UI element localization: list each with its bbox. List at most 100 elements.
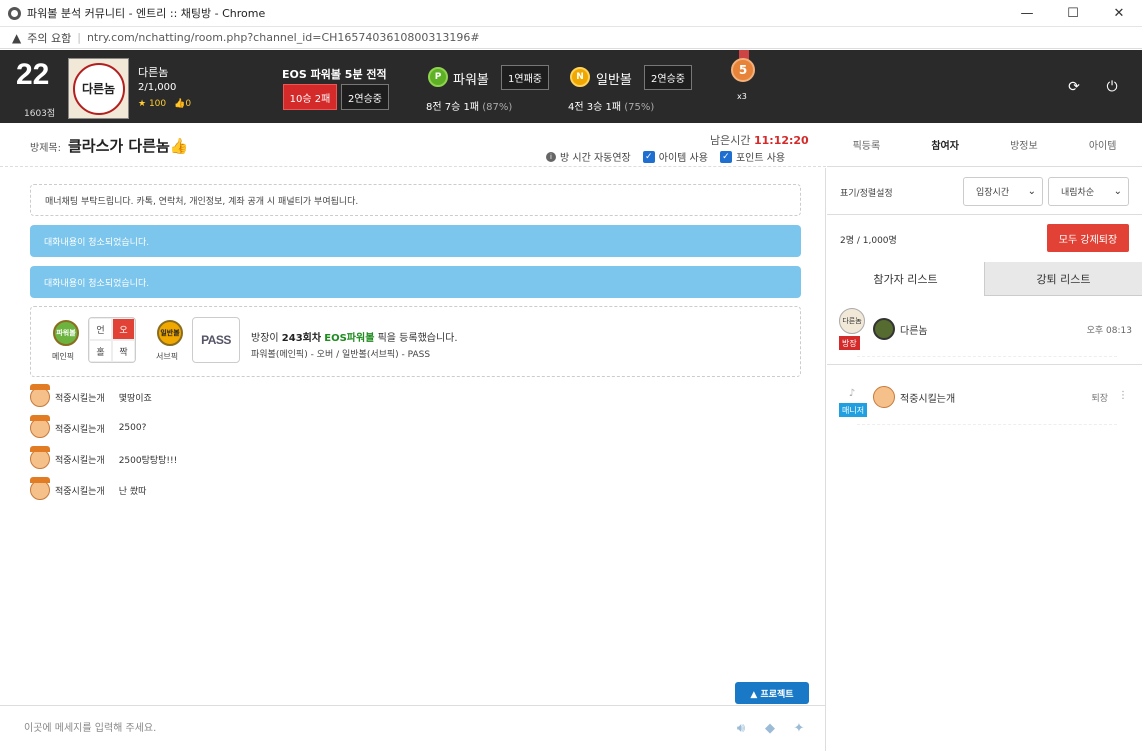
pick-game: EOS파워볼: [324, 333, 375, 344]
participant-row[interactable]: ♪ 매니저 적중시킬는개 퇴장 ⋮: [827, 374, 1142, 432]
chat-nickname[interactable]: 적중시킬는개: [55, 484, 105, 497]
sort-by-select[interactable]: 입장시간 ⌄: [963, 177, 1043, 206]
participant-join-time: 오후 08:13: [1086, 326, 1132, 336]
refresh-icon[interactable]: ⟳: [1066, 79, 1082, 95]
kick-all-button[interactable]: 모두 강제퇴장: [1047, 224, 1129, 252]
sort-order-value: 내림차순: [1061, 188, 1095, 198]
url-text[interactable]: ntry.com/nchatting/room.php?channel_id=C…: [87, 31, 480, 44]
normalball-pct: (75%): [624, 102, 655, 113]
system-message: 대화내용이 청소되었습니다.: [30, 225, 801, 257]
right-panel-tabs: 픽등록 참여자 방정보 아이템: [827, 123, 1142, 167]
eos-record-title: EOS 파워볼 5분 전적: [282, 68, 387, 81]
room-options: i 방 시간 자동연장 ✓ 아이템 사용 ✓ 포인트 사용: [546, 149, 785, 164]
chevron-down-icon: ⌄: [1113, 186, 1122, 197]
tab-pick-register[interactable]: 픽등록: [827, 123, 906, 166]
close-button[interactable]: ✕: [1096, 0, 1142, 27]
pick-over: 오: [112, 318, 135, 340]
profile-header: 22 1603점 다른놈 다른놈 2/1,000 ★ 100 👍0 EOS 파워…: [0, 50, 1142, 123]
power-icon[interactable]: ⏻: [1104, 79, 1120, 95]
magic-wand-icon[interactable]: ✦: [790, 719, 808, 737]
star-stat: ★ 100: [138, 99, 166, 109]
participant-nickname: 다른놈: [900, 326, 928, 337]
chat-message: 적중시킬는개 난 쐈따: [30, 477, 147, 500]
security-warning-label: 주의 요함: [27, 31, 72, 45]
manager-role-badge: 매니저: [839, 403, 868, 417]
thumbs-up-icon: 👍: [174, 99, 186, 109]
more-options-icon[interactable]: ⋮: [1118, 390, 1128, 401]
participant-nickname: 적중시킬는개: [900, 394, 956, 405]
chat-text: 난 쐈따: [118, 486, 147, 497]
message-input-bar: 🔊︎ ◆ ✦: [0, 705, 826, 751]
pick-under: 언: [89, 318, 112, 340]
row-separator: [857, 356, 1117, 357]
soldier-level-icon: [873, 318, 895, 340]
participant-list-tabs: 참가자 리스트 강퇴 리스트: [827, 262, 1142, 296]
chat-message: 적중시킬는개 몇땅이죠: [30, 384, 152, 407]
auto-extend-label[interactable]: 방 시간 자동연장: [560, 149, 631, 164]
sort-settings-label: 표기/정렬설정: [840, 189, 893, 199]
item-use-label[interactable]: 아이템 사용: [659, 149, 708, 164]
chat-area[interactable]: 매너채팅 부탁드립니다. 카톡, 연락처, 개인정보, 계좌 공개 시 패널티가…: [0, 168, 826, 705]
normalball-sub-pick-badge: 일반볼: [157, 320, 183, 346]
participant-avatar: 다른놈: [839, 308, 865, 334]
normalball-stat-text: 4전 3승 1패: [568, 102, 622, 113]
chat-text: 몇땅이죠: [118, 393, 152, 404]
speaker-icon[interactable]: 🔊︎: [732, 719, 750, 737]
user-stats: ★ 100 👍0: [138, 99, 191, 109]
maximize-button[interactable]: ☐: [1050, 0, 1096, 27]
host-role-badge: 방장: [839, 336, 860, 350]
remaining-time-value: 11:12:20: [753, 134, 809, 147]
pick-grid: 언 오 홀 짝: [88, 317, 136, 363]
star-icon: ★: [138, 99, 149, 109]
tab-items[interactable]: 아이템: [1063, 123, 1142, 166]
sort-order-select[interactable]: 내림차순 ⌄: [1048, 177, 1129, 206]
tab-kick-list[interactable]: 강퇴 리스트: [984, 262, 1142, 296]
tab-participants[interactable]: 참여자: [906, 123, 985, 166]
pick-detail: 파워볼(메인픽) - 오버 / 일반볼(서브픽) - PASS: [251, 350, 431, 360]
pick-round: 243회차: [281, 333, 322, 344]
new-user-icon: [30, 477, 50, 500]
chat-nickname[interactable]: 적중시킬는개: [55, 453, 105, 466]
powerball-main-pick-badge: 파워볼: [53, 320, 79, 346]
tab-participant-list[interactable]: 참가자 리스트: [827, 262, 984, 296]
powerball-streak-badge: 1연패중: [501, 65, 549, 90]
address-bar[interactable]: ▲ 주의 요함 | ntry.com/nchatting/room.php?ch…: [0, 27, 1142, 49]
point-use-label[interactable]: 포인트 사용: [736, 149, 785, 164]
user-nickname: 다른놈: [138, 66, 169, 79]
chat-message: 적중시킬는개 2500탕탕탕!!!: [30, 446, 178, 469]
powerball-stat: 8전 7승 1패 (87%): [426, 98, 512, 113]
powerball-coin-icon: P: [428, 67, 448, 87]
message-input[interactable]: [24, 718, 704, 738]
pick-even: 짝: [112, 340, 135, 362]
eos-streak-badge: 2연승중: [341, 84, 389, 110]
user-points: 1603점: [24, 109, 56, 119]
new-user-icon: [30, 446, 50, 469]
participant-row[interactable]: 다른놈 방장 다른놈 오후 08:13: [827, 306, 1142, 364]
chat-nickname[interactable]: 적중시킬는개: [55, 391, 105, 404]
chat-nickname[interactable]: 적중시킬는개: [55, 422, 105, 435]
remaining-time: 남은시간 11:12:20: [710, 132, 809, 148]
sub-pick-caption: 서브픽: [156, 352, 179, 361]
point-use-checkbox[interactable]: ✓: [719, 150, 732, 163]
info-icon: i: [546, 151, 556, 162]
address-separator: |: [77, 31, 81, 44]
new-user-icon: [30, 384, 50, 407]
window-titlebar: 파워볼 분석 커뮤니티 - 엔트리 :: 채팅방 - Chrome — ☐ ✕: [0, 0, 1142, 27]
tab-room-info[interactable]: 방정보: [985, 123, 1064, 166]
kick-button[interactable]: 퇴장: [1091, 391, 1108, 404]
chevron-down-icon: ⌄: [1027, 186, 1036, 197]
protect-button[interactable]: ▲ 프로젝트: [735, 682, 809, 704]
window-controls: — ☐ ✕: [1004, 0, 1142, 27]
medal-icon: 5: [731, 58, 755, 82]
medal-multiplier: x3: [737, 92, 747, 101]
eraser-icon[interactable]: ◆: [761, 719, 779, 737]
chat-message: 적중시킬는개 2500?: [30, 415, 146, 438]
chrome-icon: [8, 6, 21, 20]
pass-label: PASS: [201, 333, 231, 347]
item-use-checkbox[interactable]: ✓: [642, 150, 655, 163]
normalball-streak-badge: 2연승중: [644, 65, 692, 90]
minimize-button[interactable]: —: [1004, 0, 1050, 27]
main-pick-caption: 메인픽: [52, 352, 75, 361]
avatar[interactable]: 다른놈: [68, 58, 129, 119]
chat-text: 2500탕탕탕!!!: [118, 455, 178, 466]
